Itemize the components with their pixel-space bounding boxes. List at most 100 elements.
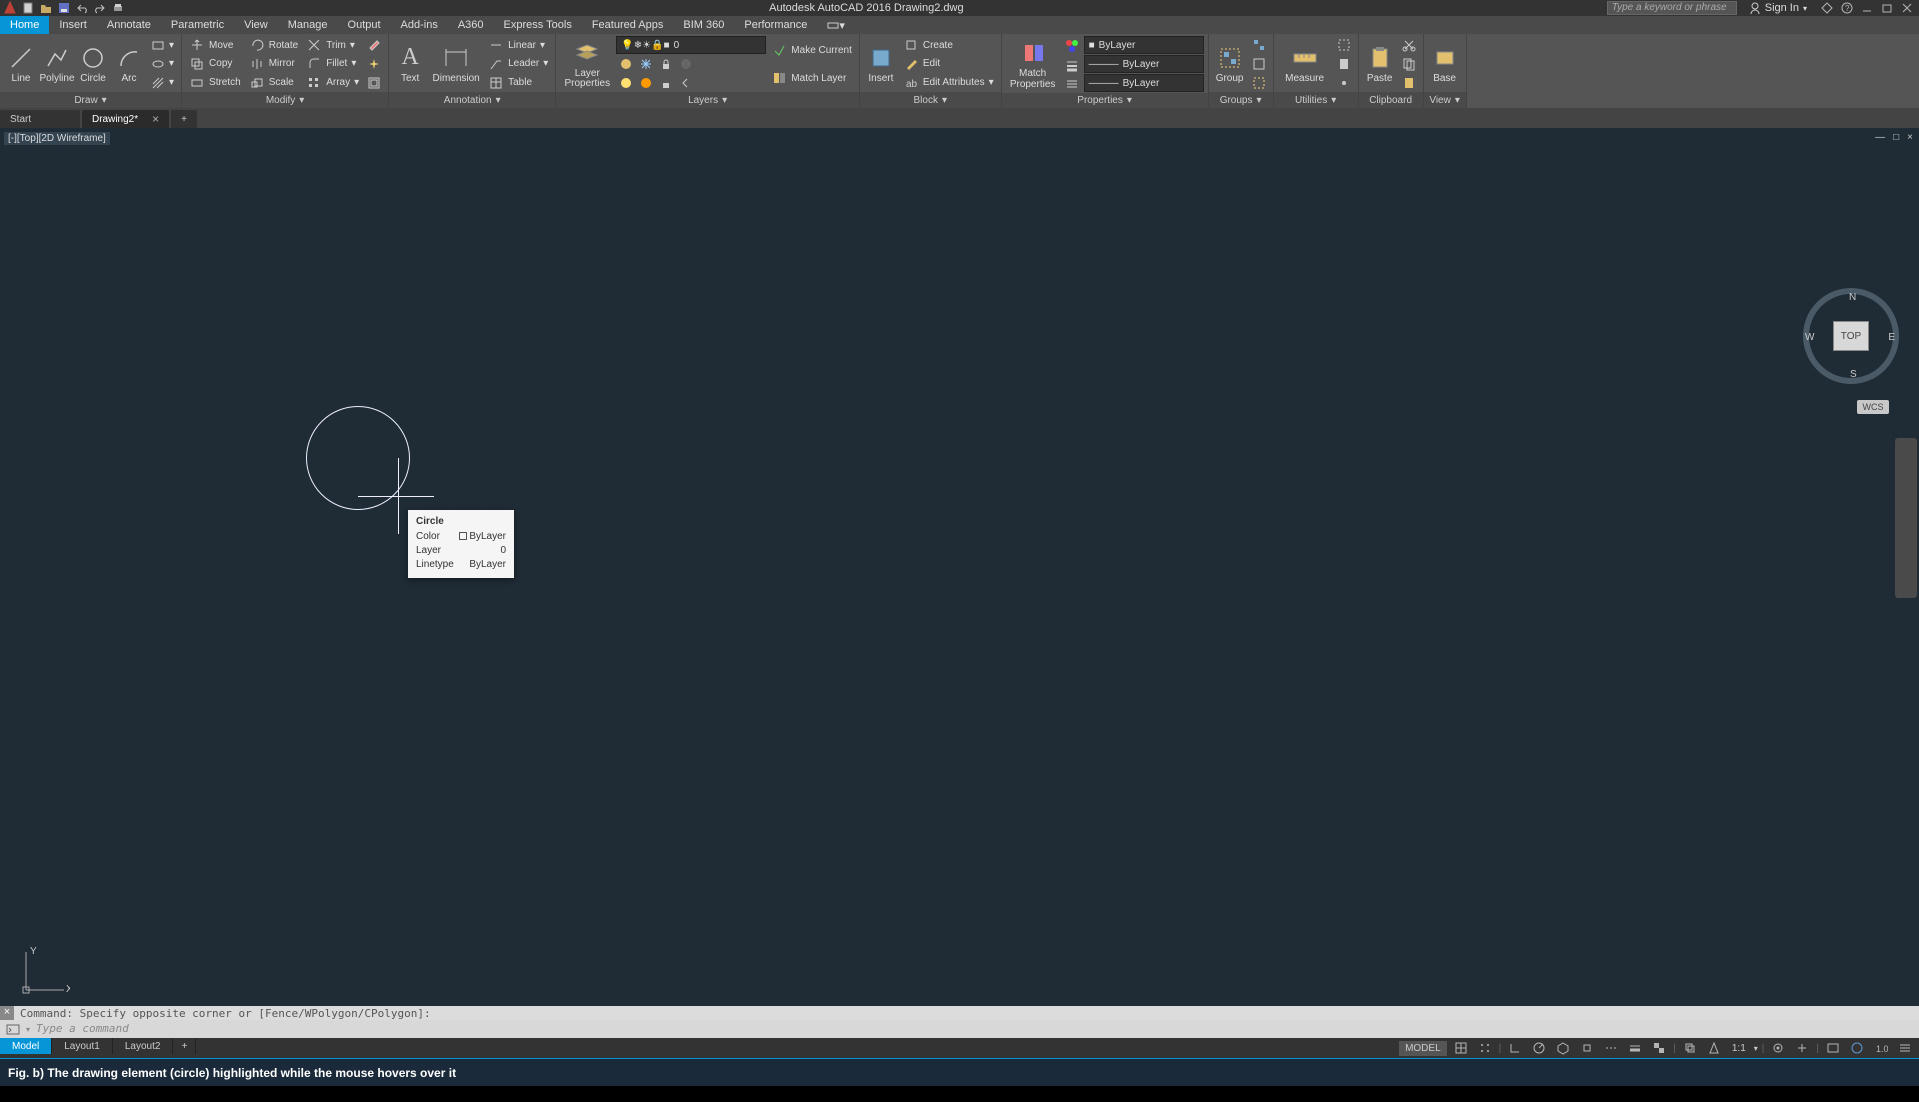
- layer-lock-icon[interactable]: [656, 55, 676, 73]
- layer-off-icon[interactable]: [676, 55, 696, 73]
- annotation-scale-icon[interactable]: [1704, 1039, 1724, 1057]
- save-icon[interactable]: [56, 0, 72, 16]
- help-search-input[interactable]: Type a keyword or phrase: [1607, 1, 1737, 15]
- dimension-button[interactable]: Dimension: [429, 36, 483, 92]
- rectangle-icon[interactable]: ▾: [148, 36, 177, 54]
- viewcube-top[interactable]: TOP: [1833, 321, 1869, 351]
- stretch-button[interactable]: Stretch: [186, 74, 244, 92]
- linear-button[interactable]: Linear ▾: [485, 36, 551, 54]
- color-dropdown[interactable]: ■ ByLayer: [1084, 36, 1204, 54]
- layers-panel-label[interactable]: Layers▾: [556, 92, 859, 108]
- menu-home[interactable]: Home: [0, 16, 49, 34]
- menu-addins[interactable]: Add-ins: [391, 16, 448, 34]
- menu-parametric[interactable]: Parametric: [161, 16, 234, 34]
- grid-icon[interactable]: [1451, 1039, 1471, 1057]
- insert-button[interactable]: Insert: [864, 36, 898, 92]
- create-block-button[interactable]: Create: [900, 36, 997, 54]
- array-button[interactable]: Array ▾: [303, 74, 362, 92]
- lweight-icon[interactable]: [1625, 1039, 1645, 1057]
- ellipse-icon[interactable]: ▾: [148, 55, 177, 73]
- layer-unlock-icon[interactable]: [656, 74, 676, 92]
- table-button[interactable]: Table: [485, 74, 551, 92]
- edit-attr-button[interactable]: abEdit Attributes ▾: [900, 74, 997, 92]
- block-panel-label[interactable]: Block▾: [860, 92, 1001, 108]
- move-button[interactable]: Move: [186, 36, 244, 54]
- utilities-panel-label[interactable]: Utilities▾: [1274, 92, 1358, 108]
- tab-start[interactable]: Start: [0, 110, 80, 128]
- ortho-icon[interactable]: [1505, 1039, 1525, 1057]
- scale-button[interactable]: Scale: [246, 74, 301, 92]
- make-current-button[interactable]: Make Current: [768, 41, 855, 59]
- menu-performance[interactable]: Performance: [734, 16, 817, 34]
- open-icon[interactable]: [38, 0, 54, 16]
- base-button[interactable]: Base: [1428, 36, 1462, 92]
- viewport-maximize-icon[interactable]: □: [1893, 132, 1899, 143]
- list-icon[interactable]: [1062, 75, 1082, 93]
- exchange-icon[interactable]: [1819, 0, 1835, 16]
- signin-button[interactable]: Sign In ▾: [1741, 2, 1815, 14]
- isodraft-icon[interactable]: [1553, 1039, 1573, 1057]
- copy-clip-icon[interactable]: [1399, 55, 1419, 73]
- add-scale-icon[interactable]: [1792, 1039, 1812, 1057]
- draw-panel-label[interactable]: Draw▾: [0, 92, 181, 108]
- cycling-icon[interactable]: [1680, 1039, 1700, 1057]
- leader-button[interactable]: Leader ▾: [485, 55, 551, 73]
- cmdline-close-icon[interactable]: ×: [0, 1006, 14, 1020]
- transparency-icon[interactable]: [1649, 1039, 1669, 1057]
- osnap-icon[interactable]: [1577, 1039, 1597, 1057]
- otrack-icon[interactable]: [1601, 1039, 1621, 1057]
- redo-icon[interactable]: [92, 0, 108, 16]
- explode-icon[interactable]: [364, 55, 384, 73]
- viewport-label[interactable]: [-][Top][2D Wireframe]: [4, 132, 110, 145]
- menu-manage[interactable]: Manage: [278, 16, 338, 34]
- viewport-minimize-icon[interactable]: —: [1875, 132, 1885, 143]
- wcs-badge[interactable]: WCS: [1857, 400, 1889, 414]
- trim-button[interactable]: Trim ▾: [303, 36, 362, 54]
- group-edit-icon[interactable]: [1249, 55, 1269, 73]
- menu-output[interactable]: Output: [338, 16, 391, 34]
- mirror-button[interactable]: Mirror: [246, 55, 301, 73]
- model-space-badge[interactable]: MODEL: [1399, 1041, 1447, 1056]
- gear-icon[interactable]: [1768, 1039, 1788, 1057]
- print-icon[interactable]: [110, 0, 126, 16]
- groups-panel-label[interactable]: Groups▾: [1209, 92, 1273, 108]
- drawn-circle[interactable]: [306, 406, 410, 510]
- match-properties-button[interactable]: Match Properties: [1006, 36, 1060, 93]
- arc-button[interactable]: Arc: [112, 36, 146, 92]
- paste-special-icon[interactable]: [1399, 74, 1419, 92]
- tab-model[interactable]: Model: [0, 1038, 52, 1054]
- quickcalc-icon[interactable]: [1334, 55, 1354, 73]
- layer-properties-button[interactable]: Layer Properties: [560, 36, 614, 92]
- properties-panel-label[interactable]: Properties▾: [1002, 93, 1208, 108]
- layer-prev-icon[interactable]: [676, 74, 696, 92]
- menu-annotate[interactable]: Annotate: [97, 16, 161, 34]
- linetype-dropdown[interactable]: ——— ByLayer: [1084, 74, 1204, 92]
- layer-freeze-icon[interactable]: [636, 55, 656, 73]
- modify-panel-label[interactable]: Modify▾: [182, 92, 388, 108]
- text-button[interactable]: AText: [393, 36, 427, 92]
- maximize-icon[interactable]: [1879, 0, 1895, 16]
- layer-on-icon[interactable]: [616, 74, 636, 92]
- polar-icon[interactable]: [1529, 1039, 1549, 1057]
- tab-drawing2[interactable]: Drawing2*×: [82, 110, 169, 128]
- group-button[interactable]: Group: [1213, 36, 1247, 92]
- units-icon[interactable]: 1.0: [1871, 1039, 1891, 1057]
- match-layer-button[interactable]: Match Layer: [768, 69, 855, 87]
- tab-layout1[interactable]: Layout1: [52, 1038, 113, 1054]
- menu-featured[interactable]: Featured Apps: [582, 16, 674, 34]
- select-all-icon[interactable]: [1334, 36, 1354, 54]
- command-line[interactable]: ▾ Type a command: [0, 1020, 1919, 1038]
- copy-button[interactable]: Copy: [186, 55, 244, 73]
- viewcube[interactable]: TOP N S E W: [1803, 288, 1899, 384]
- ungroup-icon[interactable]: [1249, 36, 1269, 54]
- navigation-bar[interactable]: [1895, 438, 1917, 598]
- rotate-button[interactable]: Rotate: [246, 36, 301, 54]
- minimize-icon[interactable]: [1859, 0, 1875, 16]
- workspace-icon[interactable]: [1823, 1039, 1843, 1057]
- customize-icon[interactable]: [1895, 1039, 1915, 1057]
- line-button[interactable]: Line: [4, 36, 38, 92]
- menu-a360[interactable]: A360: [448, 16, 494, 34]
- erase-icon[interactable]: [364, 36, 384, 54]
- app-icon[interactable]: [2, 0, 18, 16]
- cut-icon[interactable]: [1399, 36, 1419, 54]
